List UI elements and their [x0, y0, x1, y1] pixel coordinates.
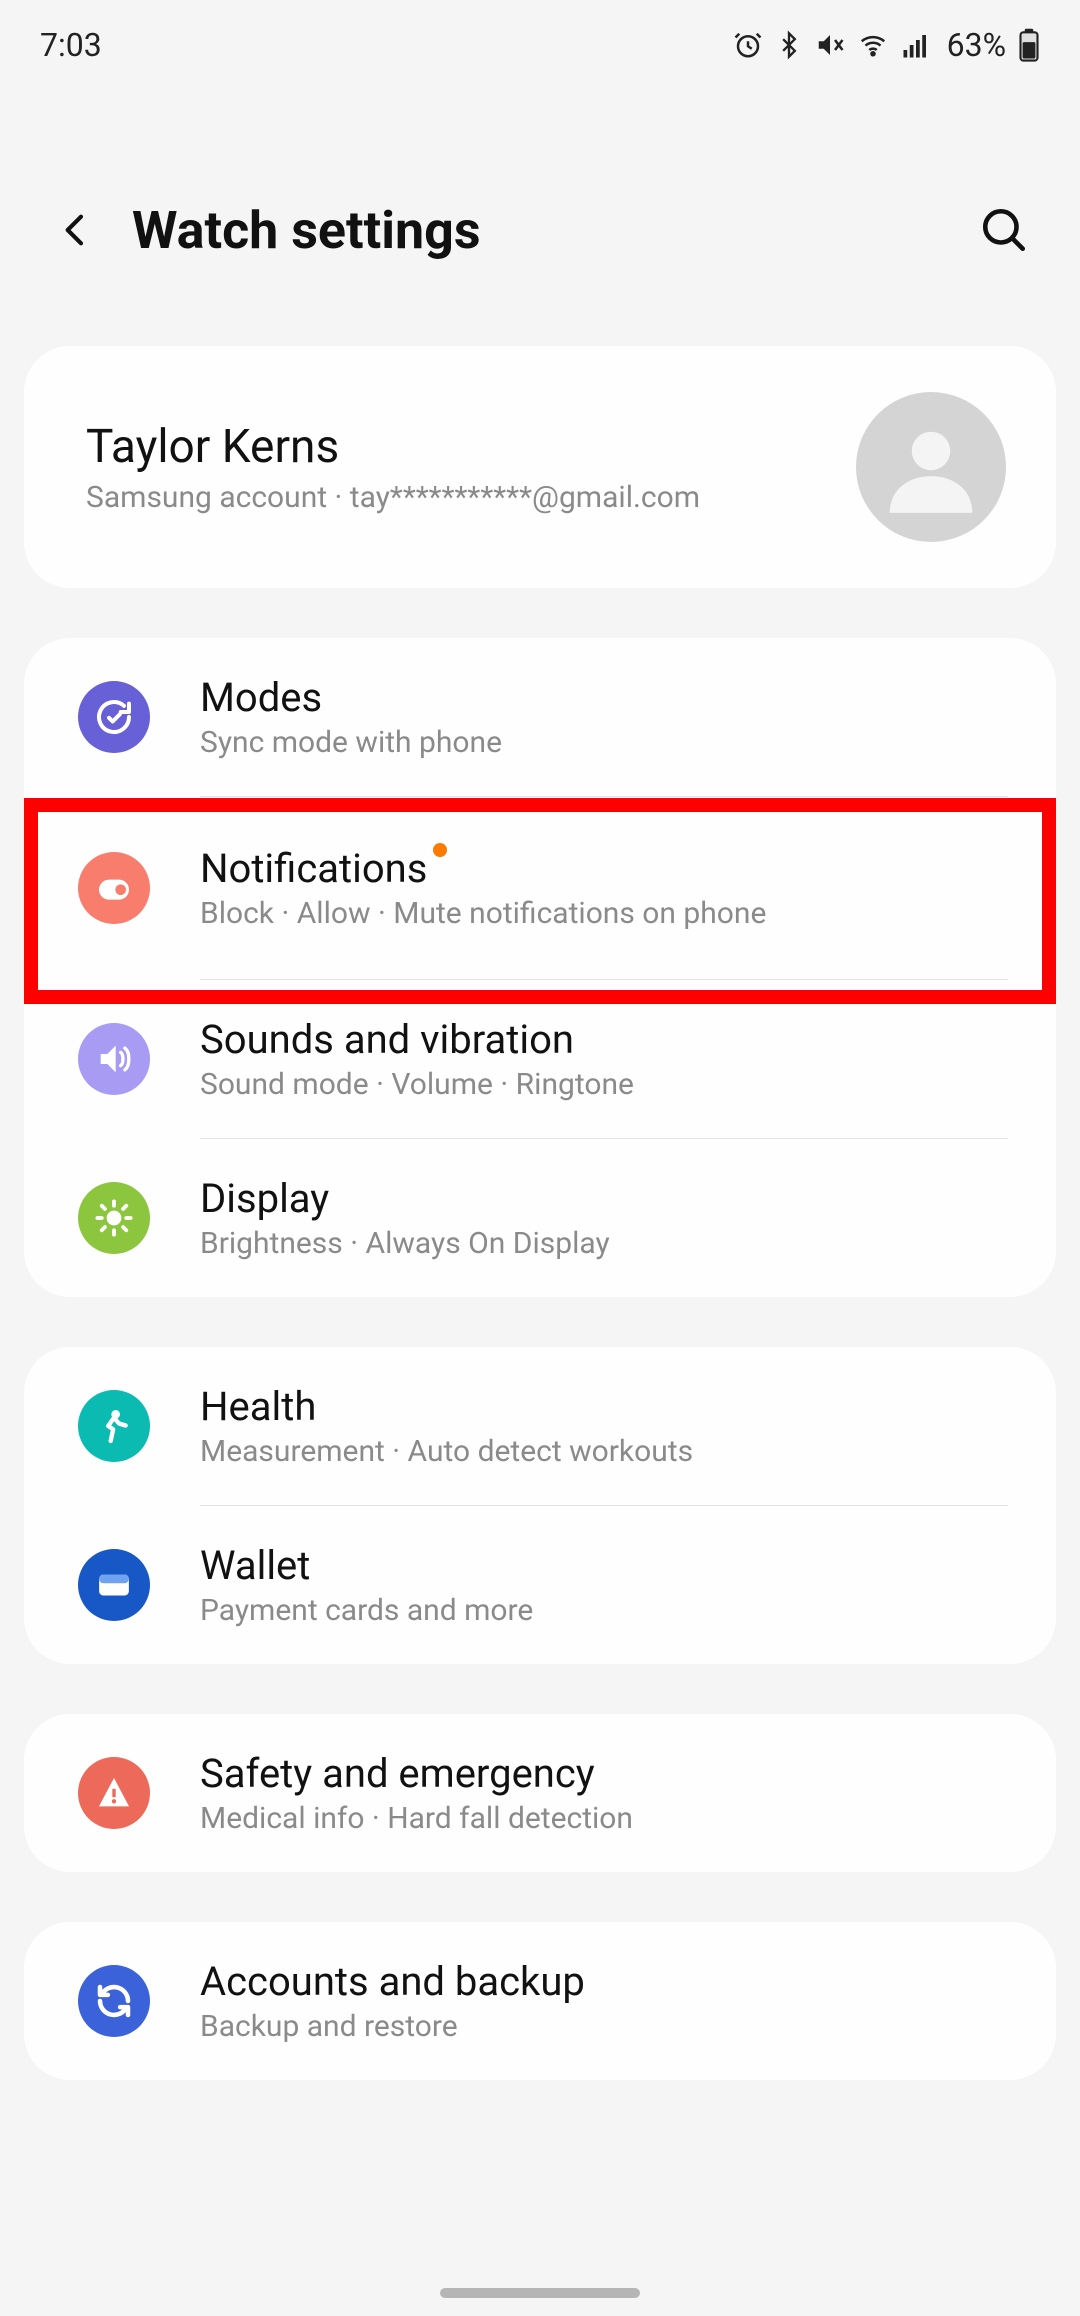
- settings-item-wallet[interactable]: Wallet Payment cards and more: [24, 1506, 1056, 1664]
- item-title: Accounts and backup: [200, 1958, 585, 2005]
- modes-icon: [78, 681, 150, 753]
- item-title: Sounds and vibration: [200, 1016, 574, 1063]
- battery-icon: [1018, 28, 1040, 62]
- bluetooth-icon: [775, 30, 803, 60]
- notification-badge-dot: [433, 843, 447, 857]
- settings-group-1: Modes Sync mode with phone Notifications…: [24, 638, 1056, 1297]
- alarm-icon: [733, 30, 763, 60]
- item-title: Safety and emergency: [200, 1750, 595, 1797]
- mute-icon: [815, 30, 845, 60]
- sounds-icon: [78, 1023, 150, 1095]
- settings-group-4: Accounts and backup Backup and restore: [24, 1922, 1056, 2080]
- settings-item-notifications[interactable]: Notifications Block · Allow · Mute notif…: [24, 797, 1056, 979]
- settings-group-2: Health Measurement · Auto detect workout…: [24, 1347, 1056, 1664]
- account-name: Taylor Kerns: [86, 420, 856, 474]
- item-subtitle: Brightness · Always On Display: [200, 1226, 1006, 1261]
- home-indicator: [440, 2288, 640, 2298]
- item-subtitle: Backup and restore: [200, 2009, 1006, 2044]
- accounts-icon: [78, 1965, 150, 2037]
- signal-icon: [901, 30, 931, 60]
- item-subtitle: Sync mode with phone: [200, 725, 1006, 760]
- status-bar: 7:03 63%: [0, 0, 1080, 84]
- item-subtitle: Measurement · Auto detect workouts: [200, 1434, 1006, 1469]
- display-icon: [78, 1182, 150, 1254]
- settings-item-modes[interactable]: Modes Sync mode with phone: [24, 638, 1056, 796]
- avatar[interactable]: [856, 392, 1006, 542]
- back-button[interactable]: [40, 194, 112, 266]
- item-title: Modes: [200, 674, 322, 721]
- account-subtitle: Samsung account · tay***********@gmail.c…: [86, 480, 856, 515]
- item-subtitle: Payment cards and more: [200, 1593, 1006, 1628]
- wallet-icon: [78, 1549, 150, 1621]
- item-subtitle: Medical info · Hard fall detection: [200, 1801, 1006, 1836]
- status-time: 7:03: [40, 26, 102, 64]
- account-card[interactable]: Taylor Kerns Samsung account · tay******…: [24, 346, 1056, 588]
- settings-item-accounts[interactable]: Accounts and backup Backup and restore: [24, 1922, 1056, 2080]
- settings-item-sounds[interactable]: Sounds and vibration Sound mode · Volume…: [24, 980, 1056, 1138]
- search-button[interactable]: [968, 194, 1040, 266]
- item-title: Display: [200, 1175, 329, 1222]
- wifi-icon: [857, 30, 889, 60]
- page-title: Watch settings: [132, 200, 968, 261]
- settings-item-health[interactable]: Health Measurement · Auto detect workout…: [24, 1347, 1056, 1505]
- notifications-icon: [78, 852, 150, 924]
- item-subtitle: Block · Allow · Mute notifications on ph…: [200, 896, 1006, 931]
- settings-item-display[interactable]: Display Brightness · Always On Display: [24, 1139, 1056, 1297]
- item-subtitle: Sound mode · Volume · Ringtone: [200, 1067, 1006, 1102]
- title-bar: Watch settings: [0, 84, 1080, 326]
- settings-item-safety[interactable]: Safety and emergency Medical info · Hard…: [24, 1714, 1056, 1872]
- item-title: Notifications: [200, 845, 427, 892]
- battery-percent: 63%: [947, 26, 1006, 64]
- safety-icon: [78, 1757, 150, 1829]
- item-title: Health: [200, 1383, 316, 1430]
- settings-group-3: Safety and emergency Medical info · Hard…: [24, 1714, 1056, 1872]
- item-title: Wallet: [200, 1542, 310, 1589]
- health-icon: [78, 1390, 150, 1462]
- status-icons: 63%: [733, 26, 1040, 64]
